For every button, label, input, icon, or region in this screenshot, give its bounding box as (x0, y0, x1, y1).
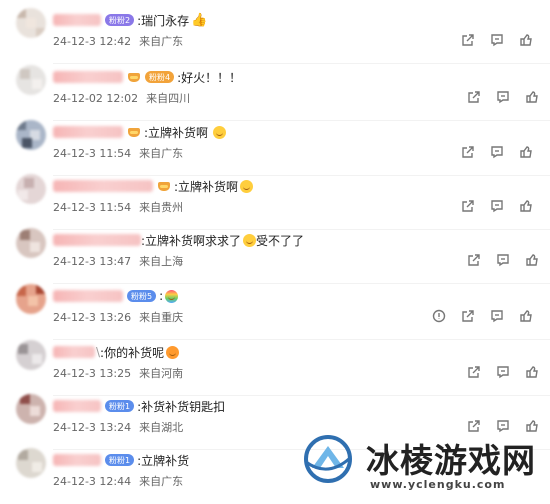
comment-text-extra: 受不了了 (256, 233, 305, 248)
username[interactable] (53, 234, 141, 246)
comment-text: :补货补货钥匙扣 (137, 399, 226, 414)
avatar[interactable] (16, 448, 46, 478)
avatar[interactable] (16, 65, 46, 95)
ice-crystal-logo-icon (304, 435, 352, 483)
comment-text: :立牌补货啊求求了 (141, 233, 242, 248)
comment-item: 粉粉2 :瑞门永存 👍 24-12-3 12:42 来自广东 (0, 8, 550, 64)
share-icon[interactable] (466, 89, 482, 105)
like-icon[interactable] (518, 32, 534, 48)
comment-item: 粉粉4 :好火！！！ 24-12-02 12:02 来自四川 (0, 65, 550, 121)
comment-location: 来自重庆 (139, 311, 184, 324)
comment-item: \ :你的补货呢 24-12-3 13:25 来自河南 (0, 340, 550, 396)
username[interactable] (53, 290, 123, 302)
avatar[interactable] (16, 284, 46, 314)
comment-item: :立牌补货啊求求了 受不了了 24-12-3 13:47 来自上海 (0, 228, 550, 284)
username[interactable] (53, 180, 153, 192)
comment-time: 24-12-02 12:02 (53, 92, 139, 105)
comment-time: 24-12-3 13:25 (53, 367, 132, 380)
smile-emoji-icon (213, 125, 227, 139)
divider (53, 63, 550, 64)
rainbow-emoji-icon (165, 289, 179, 303)
share-icon[interactable] (466, 364, 482, 380)
grin-emoji-icon (166, 345, 180, 359)
avatar[interactable] (16, 394, 46, 424)
fan-level-badge: 粉粉1 (105, 400, 135, 412)
username[interactable] (53, 454, 101, 466)
crown-icon (127, 71, 141, 83)
share-icon[interactable] (460, 308, 476, 324)
comment-text: : (159, 289, 164, 303)
reply-icon[interactable] (489, 144, 505, 160)
fan-level-badge: 粉粉2 (105, 14, 135, 26)
reply-icon[interactable] (495, 364, 511, 380)
fan-level-badge: 粉粉5 (127, 290, 157, 302)
crying-emoji-icon (243, 233, 257, 247)
fan-level-badge: 粉粉4 (145, 71, 175, 83)
crown-icon (157, 180, 171, 192)
comment-text: :立牌补货啊 (144, 125, 209, 140)
share-icon[interactable] (460, 32, 476, 48)
comment-time: 24-12-3 12:42 (53, 35, 132, 48)
comment-location: 来自广东 (139, 35, 184, 48)
comment-text: :立牌补货 (137, 453, 190, 468)
like-icon[interactable] (524, 252, 540, 268)
avatar[interactable] (16, 340, 46, 370)
comment-time: 24-12-3 12:44 (53, 475, 132, 488)
comment-item: :立牌补货啊 24-12-3 11:54 来自广东 (0, 120, 550, 176)
username[interactable] (53, 71, 123, 83)
comment-text: :立牌补货啊 (174, 179, 239, 194)
reply-icon[interactable] (489, 198, 505, 214)
avatar[interactable] (16, 8, 46, 38)
share-icon[interactable] (460, 144, 476, 160)
avatar[interactable] (16, 174, 46, 204)
comment-text: :你的补货呢 (100, 345, 165, 360)
reply-icon[interactable] (495, 89, 511, 105)
watermark-title: 冰棱游戏网 (366, 441, 536, 480)
reply-icon[interactable] (489, 308, 505, 324)
smile-emoji-icon (240, 179, 254, 193)
like-icon[interactable] (518, 198, 534, 214)
comment-time: 24-12-3 13:47 (53, 255, 132, 268)
like-icon[interactable] (518, 144, 534, 160)
avatar[interactable] (16, 228, 46, 258)
comment-item: :立牌补货啊 24-12-3 11:54 来自贵州 (0, 174, 550, 230)
comment-location: 来自贵州 (139, 201, 184, 214)
username[interactable] (53, 14, 101, 26)
username[interactable] (53, 346, 95, 358)
reply-icon[interactable] (489, 32, 505, 48)
comment-text: :好火！！！ (177, 70, 242, 85)
avatar[interactable] (16, 120, 46, 150)
comment-location: 来自上海 (139, 255, 184, 268)
comment-time: 24-12-3 13:26 (53, 311, 132, 324)
fan-level-badge: 粉粉1 (105, 454, 135, 466)
username[interactable] (53, 400, 101, 412)
comment-item: 粉粉5 : 24-12-3 13:26 来自重庆 (0, 284, 550, 340)
comment-text: :瑞门永存 (137, 13, 190, 28)
share-icon[interactable] (460, 198, 476, 214)
reply-icon[interactable] (495, 252, 511, 268)
comment-time: 24-12-3 11:54 (53, 201, 132, 214)
crown-icon (127, 126, 141, 138)
comment-location: 来自四川 (146, 92, 191, 105)
like-icon[interactable] (524, 364, 540, 380)
comment-location: 来自广东 (139, 475, 184, 488)
comment-time: 24-12-3 13:24 (53, 421, 132, 434)
comment-location: 来自广东 (139, 147, 184, 160)
username[interactable] (53, 126, 123, 138)
like-icon[interactable] (524, 89, 540, 105)
watermark-url: www.yclengku.com (370, 478, 506, 491)
comment-location: 来自河南 (139, 367, 184, 380)
like-icon[interactable] (518, 308, 534, 324)
watermark-logo: 冰棱游戏网 www.yclengku.com (296, 426, 550, 496)
report-icon[interactable] (431, 308, 447, 324)
comment-time: 24-12-3 11:54 (53, 147, 132, 160)
share-icon[interactable] (466, 252, 482, 268)
thumbs-up-emoji-icon: 👍 (191, 12, 208, 28)
comment-location: 来自湖北 (139, 421, 184, 434)
